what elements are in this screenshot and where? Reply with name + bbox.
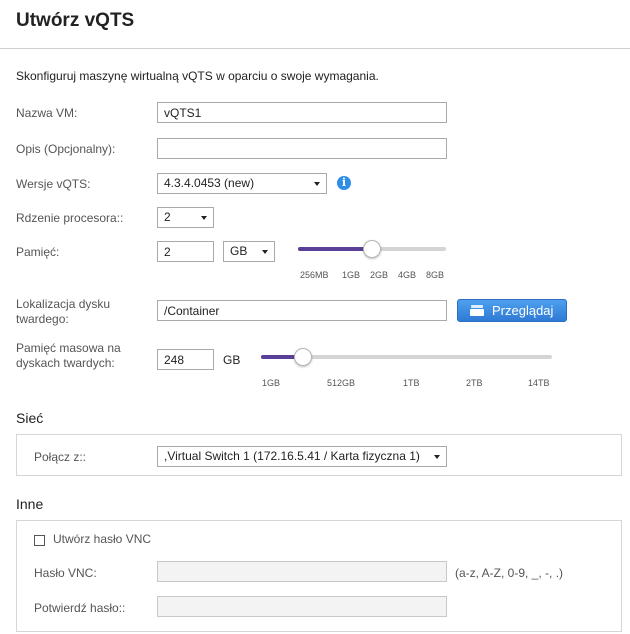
disk-size-unit: GB [223,353,241,367]
memory-tick: 1GB [342,270,361,280]
info-icon[interactable]: i [337,176,351,190]
memory-tick: 4GB [398,270,417,280]
header-divider [0,48,630,49]
chevron-down-icon [201,216,207,220]
memory-tick: 2GB [370,270,389,280]
disk-size-tick: 2TB [466,378,483,388]
description-label: Opis (Opcjonalny): [16,142,116,156]
cpu-cores-select[interactable]: 2 [157,207,214,228]
disk-location-label-line2: twardego: [16,312,69,326]
disk-size-label-line2: dyskach twardych: [16,356,115,370]
version-select-value: 4.3.4.0453 (new) [164,176,255,190]
memory-slider-thumb[interactable] [363,240,381,258]
disk-size-tick: 1TB [403,378,420,388]
network-select-value: ,Virtual Switch 1 (172.16.5.41 / Karta f… [164,449,420,463]
disk-size-label-line1: Pamięć masowa na [16,341,121,355]
disk-size-slider[interactable] [261,348,552,366]
disk-size-slider-thumb[interactable] [293,348,312,366]
chevron-down-icon [314,182,320,186]
confirm-password-input[interactable] [157,596,447,617]
version-label: Wersje vQTS: [16,177,91,191]
memory-label: Pamięć: [16,245,60,259]
disk-location-label: Lokalizacja dysku twardego: [16,297,110,327]
disk-size-input[interactable] [157,349,214,370]
chevron-down-icon [434,455,440,459]
intro-text: Skonfiguruj maszynę wirtualną vQTS w opa… [16,69,379,83]
memory-tick: 8GB [426,270,445,280]
memory-unit-value: GB [230,244,248,258]
vnc-password-input[interactable] [157,561,447,582]
memory-input[interactable] [157,241,214,262]
memory-slider-fill [298,247,372,251]
vnc-checkbox[interactable] [34,535,45,546]
vnc-checkbox-label: Utwórz hasło VNC [53,532,152,546]
disk-size-tick: 512GB [327,378,356,388]
chevron-down-icon [262,250,268,254]
memory-unit-select[interactable]: GB [223,241,275,262]
browse-button-label: Przeglądaj [492,303,554,318]
network-section-title: Sieć [16,410,44,426]
disk-location-input[interactable] [157,300,447,321]
network-select[interactable]: ,Virtual Switch 1 (172.16.5.41 / Karta f… [157,446,447,467]
version-select[interactable]: 4.3.4.0453 (new) [157,173,327,194]
folder-icon [470,305,484,316]
browse-button[interactable]: Przeglądaj [457,299,567,322]
vm-name-label: Nazwa VM: [16,106,78,120]
vm-name-input[interactable] [157,102,447,123]
cpu-cores-value: 2 [164,210,171,224]
cpu-cores-label: Rdzenie procesora:: [16,211,124,225]
disk-size-label: Pamięć masowa na dyskach twardych: [16,341,121,371]
memory-slider[interactable] [298,240,446,258]
disk-size-tick: 14TB [528,378,550,388]
disk-size-tick: 1GB [262,378,281,388]
other-section-title: Inne [16,496,44,512]
page-title: Utwórz vQTS [16,10,135,31]
vnc-password-hint: (a-z, A-Z, 0-9, _, -, .) [455,566,564,580]
vnc-password-label: Hasło VNC: [34,566,97,580]
disk-location-label-line1: Lokalizacja dysku [16,297,111,311]
memory-tick: 256MB [300,270,329,280]
connect-label: Połącz z:: [34,450,87,464]
confirm-password-label: Potwierdź hasło:: [34,601,126,615]
description-input[interactable] [157,138,447,159]
